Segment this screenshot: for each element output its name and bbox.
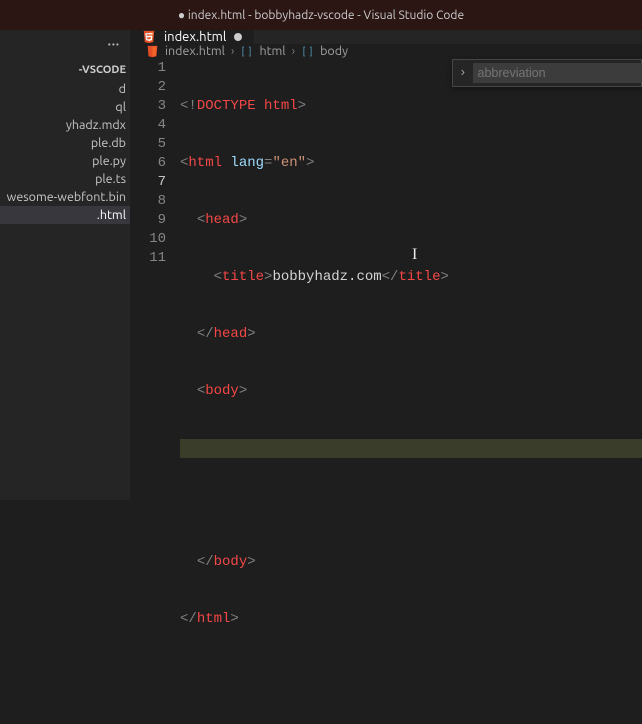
window-titlebar: ● index.html - bobbyhadz-vscode - Visual… bbox=[0, 0, 642, 30]
breadcrumb-file[interactable]: index.html bbox=[165, 44, 225, 58]
file-item[interactable]: ple.py bbox=[0, 152, 130, 170]
file-item[interactable]: ql bbox=[0, 98, 130, 116]
explorer-sidebar: ··· -VSCODE d ql yhadz.mdx ple.db ple.py… bbox=[0, 30, 130, 500]
html5-icon bbox=[142, 30, 156, 44]
editor-area: index.html index.html › html › body 1 bbox=[130, 30, 642, 500]
tabs-row: index.html bbox=[130, 30, 642, 44]
line-number: 9 bbox=[130, 211, 166, 230]
file-item-active[interactable]: .html bbox=[0, 206, 130, 224]
line-number: 1 bbox=[130, 59, 166, 78]
find-input[interactable] bbox=[473, 63, 642, 83]
chevron-right-icon[interactable]: › bbox=[459, 64, 467, 83]
file-item[interactable]: yhadz.mdx bbox=[0, 116, 130, 134]
html5-icon bbox=[146, 45, 159, 58]
tab-index-html[interactable]: index.html bbox=[130, 30, 255, 44]
code-content[interactable]: <!DOCTYPE html> <html lang="en"> <head> … bbox=[180, 59, 642, 724]
breadcrumb-node[interactable]: html bbox=[259, 44, 285, 58]
file-item[interactable]: wesome-webfont.bin bbox=[0, 188, 130, 206]
line-number: 7 bbox=[130, 173, 166, 192]
line-number: 11 bbox=[130, 249, 166, 268]
line-number: 2 bbox=[130, 78, 166, 97]
dirty-indicator-icon bbox=[234, 33, 242, 41]
brackets-icon bbox=[301, 45, 314, 58]
explorer-section-title: -VSCODE bbox=[0, 58, 130, 80]
line-number: 5 bbox=[130, 135, 166, 154]
line-number: 3 bbox=[130, 97, 166, 116]
line-number: 4 bbox=[130, 116, 166, 135]
file-item[interactable]: ple.ts bbox=[0, 170, 130, 188]
line-number: 6 bbox=[130, 154, 166, 173]
chevron-right-icon: › bbox=[231, 44, 235, 58]
brackets-icon bbox=[240, 45, 253, 58]
window-title: ● index.html - bobbyhadz-vscode - Visual… bbox=[178, 8, 464, 22]
tab-label: index.html bbox=[164, 30, 226, 44]
file-item[interactable]: d bbox=[0, 80, 130, 98]
line-number: 8 bbox=[130, 192, 166, 211]
find-widget[interactable]: › Aa bbox=[452, 59, 642, 87]
more-actions-icon[interactable]: ··· bbox=[108, 37, 120, 51]
code-editor[interactable]: 1 2 3 4 5 6 7 8 9 10 11 <!DOCTYPE html> … bbox=[130, 59, 642, 724]
line-number: 10 bbox=[130, 230, 166, 249]
breadcrumbs[interactable]: index.html › html › body bbox=[130, 44, 642, 59]
explorer-file-list: d ql yhadz.mdx ple.db ple.py ple.ts weso… bbox=[0, 80, 130, 224]
chevron-right-icon: › bbox=[292, 44, 296, 58]
breadcrumb-node[interactable]: body bbox=[320, 44, 348, 58]
line-number-gutter: 1 2 3 4 5 6 7 8 9 10 11 bbox=[130, 59, 180, 724]
file-item[interactable]: ple.db bbox=[0, 134, 130, 152]
